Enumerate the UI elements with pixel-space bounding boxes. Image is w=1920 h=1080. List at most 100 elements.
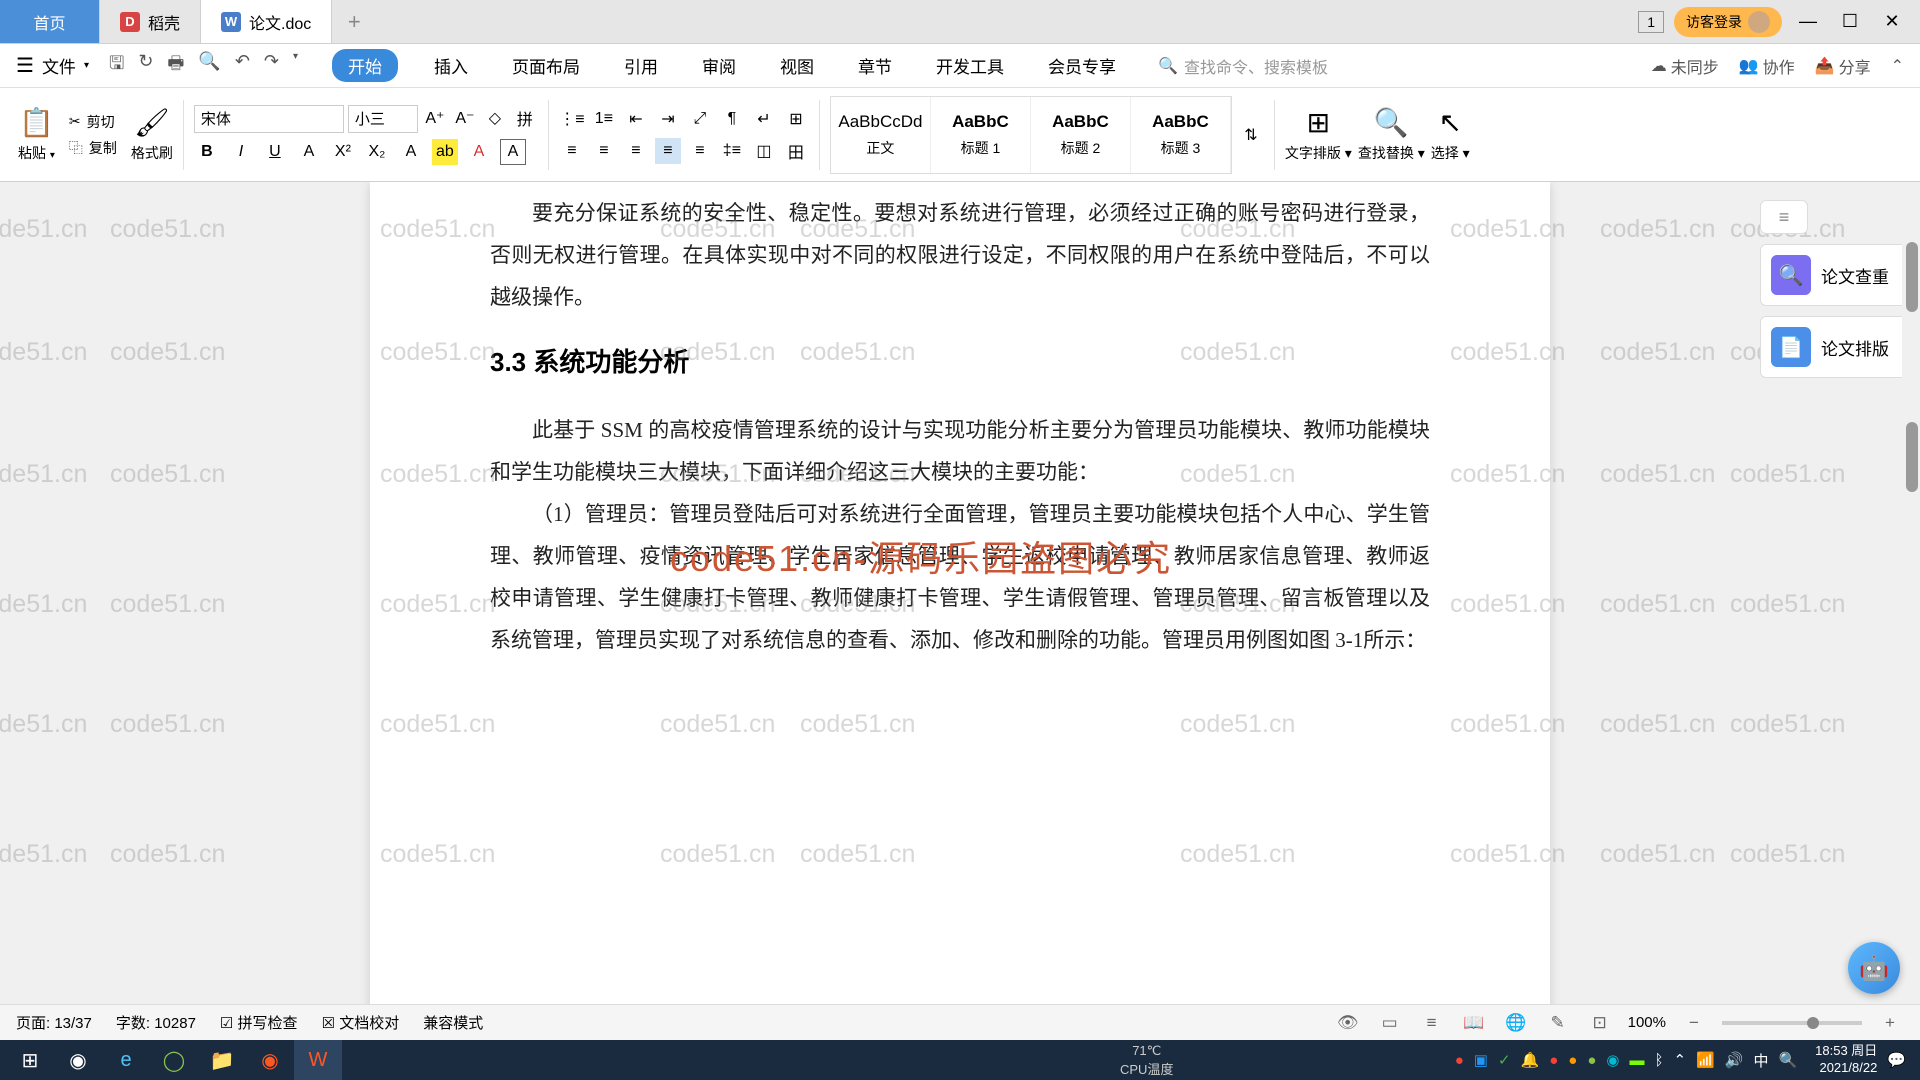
menu-tab-devtools[interactable]: 开发工具 <box>928 49 1012 82</box>
select-button[interactable]: ↖选择 ▾ <box>1431 106 1470 163</box>
font-name-select[interactable] <box>194 105 344 133</box>
text-effect-button[interactable]: A <box>398 139 424 165</box>
tray-icon[interactable]: ▬ <box>1629 1052 1644 1069</box>
zoom-level[interactable]: 100% <box>1628 1014 1666 1031</box>
view-read-icon[interactable]: 📖 <box>1460 1009 1488 1037</box>
taskbar-clock[interactable]: 18:53 周日 2021/8/22 <box>1815 1043 1877 1077</box>
cut-button[interactable]: ✂剪切 <box>69 112 117 132</box>
document-area[interactable]: 要充分保证系统的安全性、稳定性。要想对系统进行管理，必须经过正确的账号密码进行登… <box>0 182 1920 1040</box>
tray-notification-icon[interactable]: 🔔 <box>1521 1051 1540 1069</box>
menu-tab-view[interactable]: 视图 <box>772 49 822 82</box>
text-layout-button[interactable]: ⊞文字排版 ▾ <box>1285 106 1352 163</box>
task-app[interactable]: ◉ <box>246 1040 294 1080</box>
login-button[interactable]: 访客登录 <box>1674 7 1782 37</box>
number-list-button[interactable]: 1≡ <box>591 106 617 132</box>
tray-chevron-icon[interactable]: ⌃ <box>1674 1051 1687 1069</box>
paper-layout-button[interactable]: 📄 论文排版 <box>1760 316 1908 378</box>
zoom-slider[interactable] <box>1722 1021 1862 1025</box>
menu-tab-insert[interactable]: 插入 <box>426 49 476 82</box>
vertical-scrollbar[interactable] <box>1902 182 1920 1040</box>
highlight-button[interactable]: ab <box>432 139 458 165</box>
subscript-button[interactable]: X₂ <box>364 139 390 165</box>
window-counter[interactable]: 1 <box>1638 11 1664 33</box>
tab-char-button[interactable]: ¶ <box>719 106 745 132</box>
mark-button[interactable]: ↵ <box>751 106 777 132</box>
quick-dropdown[interactable]: ▾ <box>293 51 298 81</box>
minimize-button[interactable]: — <box>1792 6 1824 38</box>
close-button[interactable]: ✕ <box>1876 6 1908 38</box>
scroll-thumb[interactable] <box>1906 242 1918 312</box>
clear-format-icon[interactable]: ◇ <box>482 105 508 131</box>
fit-icon[interactable]: ⊡ <box>1586 1009 1614 1037</box>
tray-wifi-icon[interactable]: 📶 <box>1696 1051 1715 1069</box>
superscript-button[interactable]: X² <box>330 139 356 165</box>
strikethrough-button[interactable]: A <box>296 139 322 165</box>
save-icon[interactable]: 🖫 <box>109 51 124 81</box>
distribute-button[interactable]: ≡ <box>687 138 713 164</box>
tray-icon[interactable]: ● <box>1549 1052 1558 1069</box>
menu-tab-chapter[interactable]: 章节 <box>850 49 900 82</box>
coop-button[interactable]: 👥协作 <box>1739 54 1795 78</box>
align-right-button[interactable]: ≡ <box>623 138 649 164</box>
redo-icon[interactable]: ↷ <box>264 51 279 81</box>
scroll-thumb[interactable] <box>1906 422 1918 492</box>
tray-icon[interactable]: ◉ <box>1606 1051 1619 1069</box>
copy-button[interactable]: ⿻复制 <box>69 138 117 158</box>
doccheck-toggle[interactable]: ☒ 文档校对 <box>322 1012 400 1033</box>
phonetic-icon[interactable]: 拼 <box>512 105 538 131</box>
task-explorer[interactable]: 📁 <box>198 1040 246 1080</box>
align-left-button[interactable]: ≡ <box>559 138 585 164</box>
bold-button[interactable]: B <box>194 139 220 165</box>
page-counter[interactable]: 页面: 13/37 <box>16 1012 92 1033</box>
decrease-font-icon[interactable]: A⁻ <box>452 105 478 131</box>
sync-status[interactable]: ☁未同步 <box>1651 54 1719 78</box>
collapse-ribbon-icon[interactable]: ⌃ <box>1891 56 1904 76</box>
tab-daoke[interactable]: D 稻壳 <box>100 0 201 43</box>
eye-icon[interactable]: 👁 <box>1334 1009 1362 1037</box>
format-painter-button[interactable]: 🖌 格式刷 <box>131 106 173 163</box>
paper-check-button[interactable]: 🔍 论文查重 <box>1760 244 1908 306</box>
tray-icon[interactable]: ✓ <box>1498 1051 1511 1069</box>
view-outline-icon[interactable]: ≡ <box>1418 1009 1446 1037</box>
tray-icon[interactable]: ▣ <box>1474 1051 1488 1069</box>
edit-icon[interactable]: ✎ <box>1544 1009 1572 1037</box>
align-center-button[interactable]: ≡ <box>591 138 617 164</box>
tray-ime-icon[interactable]: 中 <box>1753 1050 1768 1071</box>
task-wps[interactable]: W <box>294 1040 342 1080</box>
side-collapse-button[interactable]: ≡ <box>1760 200 1808 234</box>
task-obs[interactable]: ◉ <box>54 1040 102 1080</box>
view-web-icon[interactable]: 🌐 <box>1502 1009 1530 1037</box>
undo-icon[interactable]: ↶ <box>235 51 250 81</box>
underline-button[interactable]: U <box>262 139 288 165</box>
bullet-list-button[interactable]: ⋮≡ <box>559 106 585 132</box>
increase-font-icon[interactable]: A⁺ <box>422 105 448 131</box>
font-size-select[interactable] <box>348 105 418 133</box>
tray-bluetooth-icon[interactable]: ᛒ <box>1654 1052 1663 1069</box>
print2-icon[interactable]: 🖶 <box>167 51 184 81</box>
menu-tab-member[interactable]: 会员专享 <box>1040 49 1124 82</box>
paste-button[interactable]: 📋 粘贴 ▾ <box>18 106 55 163</box>
cpu-widget[interactable]: 71℃ CPU温度 <box>1120 1043 1173 1078</box>
tray-volume-icon[interactable]: 🔊 <box>1725 1051 1744 1069</box>
spellcheck-toggle[interactable]: ☑ 拼写检查 <box>220 1012 298 1033</box>
line-spacing-button[interactable]: ‡≡ <box>719 138 745 164</box>
menu-tab-layout[interactable]: 页面布局 <box>504 49 588 82</box>
zoom-handle[interactable] <box>1807 1017 1819 1029</box>
sort-button[interactable]: ⤢ <box>687 106 713 132</box>
assistant-float-button[interactable]: 🤖 <box>1848 942 1900 994</box>
preview-icon[interactable]: 🔍 <box>198 51 220 81</box>
share-button[interactable]: 📤分享 <box>1815 54 1871 78</box>
file-menu[interactable]: ☰ 文件 ▾ <box>16 53 89 78</box>
shading-button[interactable]: ◫ <box>751 138 777 164</box>
maximize-button[interactable]: ☐ <box>1834 6 1866 38</box>
style-more-button[interactable]: ⇅ <box>1238 122 1264 148</box>
menu-tab-start[interactable]: 开始 <box>332 49 398 82</box>
style-heading3[interactable]: AaBbC标题 3 <box>1131 97 1231 173</box>
decrease-indent-button[interactable]: ⇤ <box>623 106 649 132</box>
view-page-icon[interactable]: ▭ <box>1376 1009 1404 1037</box>
menu-tab-review[interactable]: 审阅 <box>694 49 744 82</box>
style-normal[interactable]: AaBbCcDd正文 <box>831 97 931 173</box>
tab-add-button[interactable]: + <box>332 0 376 43</box>
zoom-out-button[interactable]: − <box>1680 1009 1708 1037</box>
task-ie[interactable]: e <box>102 1040 150 1080</box>
